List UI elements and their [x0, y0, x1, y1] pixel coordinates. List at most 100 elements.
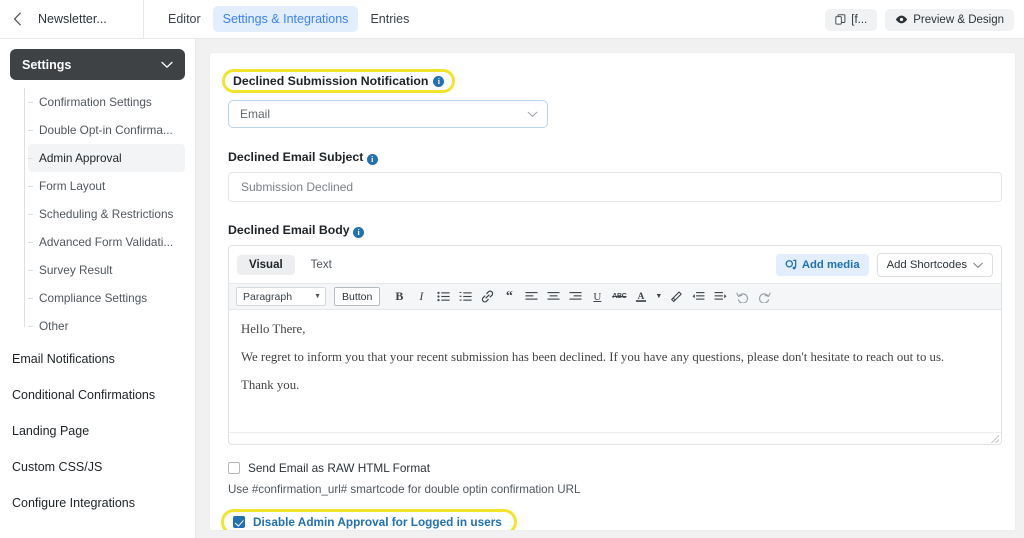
tab-entries[interactable]: Entries	[360, 6, 419, 32]
sidebar-item-admin-approval[interactable]: Admin Approval	[28, 144, 185, 172]
editor-paragraph: Hello There,	[241, 322, 306, 336]
info-icon[interactable]: i	[433, 75, 445, 87]
editor-tabs-row: Visual Text Add media Add Shortcodes	[229, 246, 1001, 283]
format-select-value: Paragraph	[243, 290, 293, 303]
add-shortcodes-label: Add Shortcodes	[886, 259, 967, 271]
text-color-icon[interactable]: A	[631, 287, 651, 307]
add-media-button[interactable]: Add media	[775, 254, 869, 276]
align-center-icon[interactable]	[543, 287, 563, 307]
editor-mode-tabs: Visual Text	[237, 255, 344, 275]
add-shortcodes-button[interactable]: Add Shortcodes	[876, 253, 993, 277]
declined-email-subject-input[interactable]: Submission Declined	[228, 172, 1002, 202]
declined-submission-notification-select[interactable]: Email	[228, 100, 548, 128]
link-icon[interactable]	[477, 287, 497, 307]
disable-admin-approval-checkbox-row[interactable]: Disable Admin Approval for Logged in use…	[221, 509, 517, 530]
chevron-left-icon	[13, 12, 21, 26]
sidebar-item-survey-result[interactable]: Survey Result	[28, 256, 185, 284]
numbered-list-icon[interactable]	[455, 287, 475, 307]
editor-content[interactable]: Hello There, We regret to inform you tha…	[229, 310, 1001, 432]
bulleted-list-icon[interactable]	[433, 287, 453, 307]
media-icon	[785, 259, 797, 270]
disable-admin-approval-label: Disable Admin Approval for Logged in use…	[253, 515, 502, 529]
sidebar-item-scheduling-restrictions[interactable]: Scheduling & Restrictions	[28, 200, 185, 228]
align-left-icon[interactable]	[521, 287, 541, 307]
sidebar-main-items: Email Notifications Conditional Confirma…	[10, 342, 185, 520]
back-button[interactable]	[0, 0, 34, 39]
align-right-icon[interactable]	[565, 287, 585, 307]
editor-footer	[229, 432, 1001, 444]
settings-sidebar: Settings Confirmation Settings Double Op…	[0, 39, 196, 538]
info-icon[interactable]: i	[366, 154, 378, 165]
page-shell: Settings Confirmation Settings Double Op…	[0, 39, 1024, 538]
admin-approval-panel: Declined Submission Notification i Email…	[209, 52, 1016, 531]
sidebar-header-label: Settings	[22, 57, 72, 72]
top-tabs: Editor Settings & Integrations Entries	[158, 5, 419, 33]
decrease-indent-icon[interactable]	[688, 287, 708, 307]
sidebar-item-confirmation-settings[interactable]: Confirmation Settings	[28, 88, 185, 116]
sidebar-item-compliance-settings[interactable]: Compliance Settings	[28, 284, 185, 312]
form-name[interactable]: Newsletter...	[34, 0, 144, 39]
copy-icon	[835, 14, 846, 25]
preview-design-button[interactable]: Preview & Design	[885, 8, 1014, 31]
italic-icon[interactable]: I	[411, 287, 431, 307]
sidebar-item-form-layout[interactable]: Form Layout	[28, 172, 185, 200]
editor-paragraph: Thank you.	[241, 378, 300, 392]
disable-admin-approval-checkbox[interactable]	[233, 516, 245, 528]
raw-html-checkbox-row[interactable]: Send Email as RAW HTML Format	[228, 461, 1000, 475]
shortcode-copy-button[interactable]: [f...	[825, 8, 878, 31]
declined-submission-notification-value: Email	[240, 107, 271, 121]
declined-email-subject-label: Declined Email Subject	[228, 150, 364, 164]
underline-icon[interactable]: U	[587, 287, 607, 307]
format-select[interactable]: Paragraph ▼	[236, 287, 326, 306]
sidebar-item-conditional-confirmations[interactable]: Conditional Confirmations	[10, 378, 185, 412]
sidebar-item-landing-page[interactable]: Landing Page	[10, 414, 185, 448]
sidebar-item-advanced-form-validation[interactable]: Advanced Form Validati...	[28, 228, 185, 256]
insert-button-chip[interactable]: Button	[334, 287, 381, 306]
top-bar: Newsletter... Editor Settings & Integrat…	[0, 0, 1024, 39]
sidebar-item-custom-css-js[interactable]: Custom CSS/JS	[10, 450, 185, 484]
declined-submission-notification-label: Declined Submission Notification	[233, 74, 429, 88]
svg-text:A: A	[638, 291, 645, 301]
declined-email-subject-label-row: Declined Email Subject i	[228, 148, 1000, 172]
strikethrough-icon[interactable]: ABC	[609, 287, 629, 307]
tab-text[interactable]: Text	[299, 255, 344, 275]
declined-email-subject-value: Submission Declined	[241, 180, 354, 194]
preview-design-label: Preview & Design	[913, 13, 1004, 26]
increase-indent-icon[interactable]	[710, 287, 730, 307]
sidebar-item-other[interactable]: Other	[28, 312, 185, 340]
sidebar-item-double-opt-in[interactable]: Double Opt-in Confirma...	[28, 116, 185, 144]
chevron-down-icon	[161, 61, 173, 68]
chevron-down-icon	[527, 111, 538, 117]
raw-html-checkbox[interactable]	[228, 462, 240, 474]
sidebar-header-settings[interactable]: Settings	[10, 49, 185, 80]
eye-icon	[896, 15, 908, 24]
bold-icon[interactable]: B	[389, 287, 409, 307]
rich-text-editor: Visual Text Add media Add Shortcodes Par…	[228, 245, 1002, 445]
text-color-dropdown-icon[interactable]: ▼	[653, 287, 664, 307]
chevron-down-icon: ▼	[314, 293, 321, 300]
declined-email-body-label-row: Declined Email Body i	[228, 221, 1000, 245]
blockquote-icon[interactable]: “	[499, 287, 519, 307]
resize-handle-icon[interactable]	[991, 435, 999, 443]
content-area: Declined Submission Notification i Email…	[196, 39, 1024, 538]
tab-settings-integrations[interactable]: Settings & Integrations	[212, 5, 359, 33]
redo-icon[interactable]	[754, 287, 774, 307]
top-actions: [f... Preview & Design	[825, 0, 1014, 39]
clear-formatting-icon[interactable]	[666, 287, 686, 307]
sidebar-item-email-notifications[interactable]: Email Notifications	[10, 342, 185, 376]
info-icon[interactable]: i	[353, 227, 365, 238]
smartcode-helper-text: Use #confirmation_url# smartcode for dou…	[228, 483, 581, 496]
raw-html-checkbox-label: Send Email as RAW HTML Format	[248, 461, 431, 475]
add-media-label: Add media	[801, 259, 860, 271]
undo-icon[interactable]	[732, 287, 752, 307]
tab-editor[interactable]: Editor	[158, 6, 211, 32]
sidebar-sub-items: Confirmation Settings Double Opt-in Conf…	[10, 88, 185, 340]
declined-email-body-label: Declined Email Body	[228, 223, 350, 237]
shortcode-copy-label: [f...	[851, 13, 868, 26]
sidebar-item-configure-integrations[interactable]: Configure Integrations	[10, 486, 185, 520]
declined-submission-notification-label-highlight: Declined Submission Notification i	[222, 69, 456, 93]
tab-visual[interactable]: Visual	[237, 255, 295, 275]
editor-paragraph: We regret to inform you that your recent…	[241, 350, 945, 364]
chevron-down-icon	[973, 262, 983, 268]
editor-toolbar: Paragraph ▼ Button B I “ U ABC A ▼	[229, 283, 1001, 310]
